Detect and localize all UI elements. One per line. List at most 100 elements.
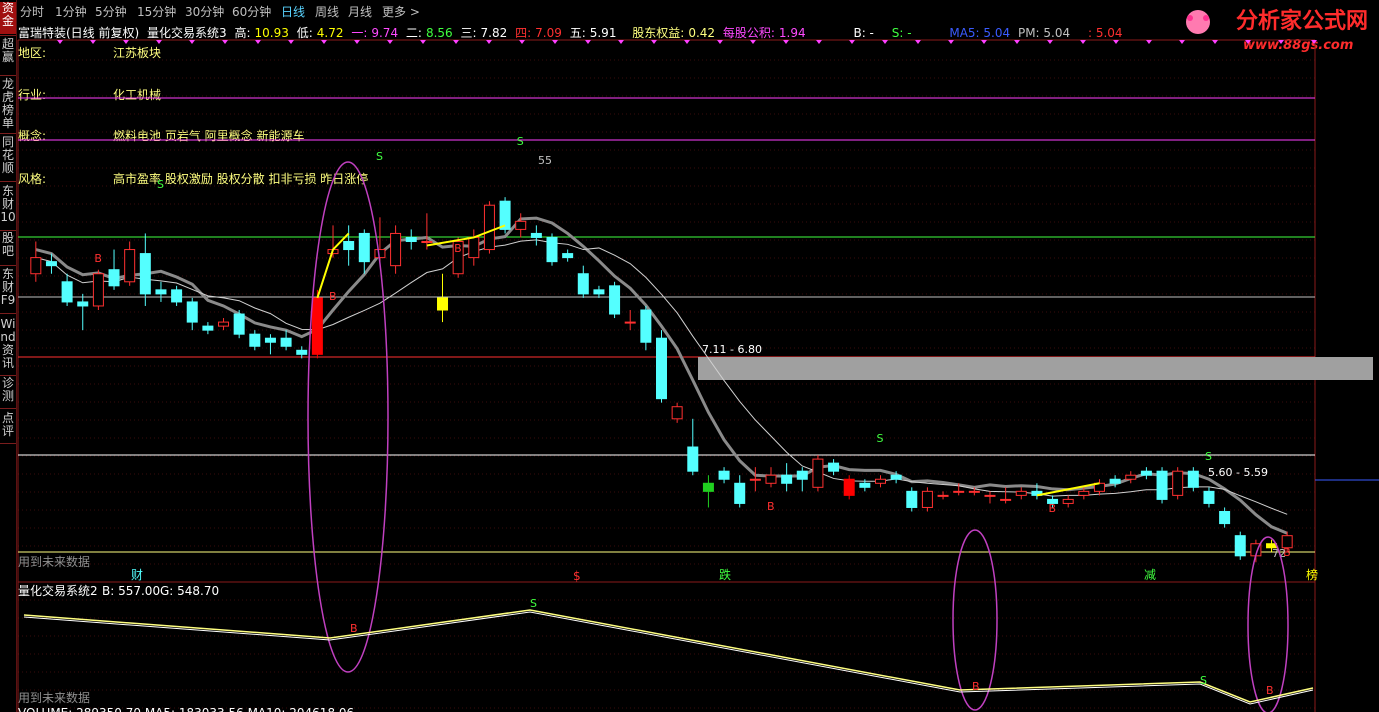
candle-body [968, 490, 980, 493]
candle-body [1203, 490, 1215, 504]
candle-body [218, 321, 230, 327]
candle-body [890, 474, 902, 480]
candle-body [61, 281, 73, 303]
tick-mark [1311, 40, 1317, 44]
candle-body [1140, 470, 1152, 476]
future-warning-2: 用到未来数据 [18, 690, 90, 705]
tick-mark [783, 40, 789, 44]
candle-body [1125, 474, 1137, 480]
candle-body [139, 253, 151, 295]
candle-body [562, 253, 574, 259]
candle-body [108, 269, 120, 287]
tick-mark [1278, 40, 1284, 44]
lower-signal: S [530, 597, 537, 610]
candle-body [984, 494, 996, 497]
candle-body [859, 482, 871, 488]
lower-signal: B [972, 680, 980, 693]
candle-body [546, 236, 558, 263]
lower-indicator-line-2 [23, 611, 1314, 705]
candle-body [1000, 498, 1012, 501]
future-warning: 用到未来数据 [18, 554, 90, 569]
lower-indicator-line [23, 609, 1314, 703]
tick-mark [1212, 40, 1218, 44]
candle-body [296, 349, 308, 355]
candle-body [1156, 470, 1168, 500]
candle-body [30, 257, 42, 275]
tick-mark [420, 40, 426, 44]
candle-body [311, 297, 323, 355]
candle-body [468, 236, 480, 259]
signal-marker: B [454, 242, 462, 255]
candle-body [921, 490, 933, 508]
candle-body [92, 273, 104, 307]
candle-body [640, 309, 652, 343]
candle-body [499, 200, 511, 230]
candle-body [1219, 510, 1231, 525]
tick-mark [288, 40, 294, 44]
candle-body [530, 232, 542, 238]
candle-body [593, 289, 605, 295]
lower-signal: B [350, 622, 358, 635]
signal-marker: S [1205, 450, 1212, 463]
candle-body [812, 458, 824, 488]
candle-body [437, 297, 449, 311]
tick-mark [222, 40, 228, 44]
tick-mark [1179, 40, 1185, 44]
tick-mark [1113, 40, 1119, 44]
candlestick-chart: 7.11 - 6.805.60 - 5.59BBBB BBSSSSS5572用到未… [17, 39, 1379, 712]
volume-text: VOLUME: 289350.70 MA5: 183033.56 MA10: 2… [18, 706, 354, 712]
tick-mark [354, 40, 360, 44]
candle-body [1187, 470, 1199, 488]
tick-mark [618, 40, 624, 44]
candle-body [577, 273, 589, 295]
highlight-ellipse [307, 161, 389, 673]
candle-body [781, 474, 793, 484]
zone-label: 7.11 - 6.80 [702, 343, 762, 356]
candle-body [421, 240, 433, 243]
tick-mark [453, 40, 459, 44]
tick-mark [948, 40, 954, 44]
tick-mark [882, 40, 888, 44]
candle-body [765, 474, 777, 484]
signal-marker: S [517, 135, 524, 148]
tick-mark [57, 40, 63, 44]
signal-marker: B [329, 290, 337, 303]
candle-body [734, 482, 746, 504]
tick-mark [750, 40, 756, 44]
tick-mark [1047, 40, 1053, 44]
lower-title: 量化交易系统2 [18, 583, 98, 598]
candle-body [374, 249, 386, 259]
candle-body [343, 240, 355, 251]
tick-mark [123, 40, 129, 44]
candle-body [796, 470, 808, 480]
signal-marker: S [876, 432, 883, 445]
candle-body [280, 337, 292, 347]
tick-mark [156, 40, 162, 44]
lower-g: G: 548.70 [160, 584, 219, 598]
candle-body [186, 301, 198, 323]
candle-body [671, 406, 683, 420]
signal-marker: B [767, 500, 775, 513]
candle-body [1172, 470, 1184, 496]
peak-label: 55 [538, 154, 552, 167]
candle-body [749, 478, 761, 481]
tick-mark [1245, 40, 1251, 44]
candle-body [624, 321, 636, 324]
candle-body [1078, 490, 1090, 496]
candle-body [953, 490, 965, 493]
tick-mark [651, 40, 657, 44]
candle-body [171, 289, 183, 303]
candle-body [405, 236, 417, 242]
tick-mark [321, 40, 327, 44]
lower-signal: B [1266, 684, 1274, 697]
signal-marker: S [157, 178, 164, 191]
signal-marker: S [376, 150, 383, 163]
candle-body [124, 249, 136, 283]
candle-body [249, 333, 261, 347]
tick-mark [981, 40, 987, 44]
tick-mark [552, 40, 558, 44]
tick-mark [1014, 40, 1020, 44]
candle-body [358, 232, 370, 263]
tick-mark [255, 40, 261, 44]
candle-body [702, 482, 714, 492]
